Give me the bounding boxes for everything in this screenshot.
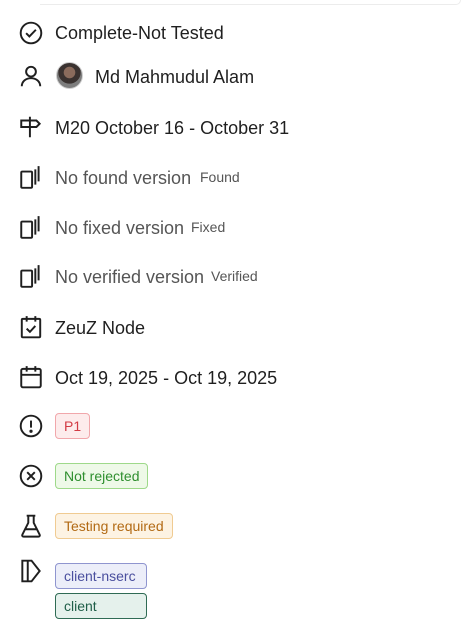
check-circle-icon[interactable] — [17, 19, 45, 47]
calendar-check-icon[interactable] — [17, 313, 45, 341]
calendar-icon[interactable] — [17, 363, 45, 391]
dates-label[interactable]: Oct 19, 2025 - Oct 19, 2025 — [55, 368, 277, 389]
label-chip-client-nserc[interactable]: client-nserc — [55, 563, 147, 589]
avatar — [56, 62, 83, 89]
versions-icon[interactable] — [17, 262, 45, 290]
status-label[interactable]: Complete-Not Tested — [55, 23, 224, 44]
milestone-row[interactable]: M20 October 16 - October 31 — [0, 113, 467, 141]
verified-version-label[interactable]: No verified version — [55, 267, 204, 288]
fixed-version-label[interactable]: No fixed version — [55, 218, 184, 239]
x-circle-icon[interactable] — [17, 462, 45, 490]
versions-icon[interactable] — [17, 163, 45, 191]
milestone-label[interactable]: M20 October 16 - October 31 — [55, 118, 289, 139]
fixed-version-row[interactable]: No fixed version Fixed — [0, 213, 467, 241]
project-row[interactable]: ZeuZ Node — [0, 313, 467, 341]
found-version-tag: Found — [200, 169, 240, 185]
alert-circle-icon[interactable] — [17, 412, 45, 440]
fixed-version-tag: Fixed — [191, 219, 226, 235]
priority-badge[interactable]: P1 — [55, 413, 91, 439]
signpost-icon[interactable] — [17, 113, 45, 141]
found-version-label[interactable]: No found version — [55, 168, 191, 189]
status-row[interactable]: Complete-Not Tested — [0, 19, 467, 47]
priority-row[interactable]: P1 — [0, 412, 467, 440]
project-label[interactable]: ZeuZ Node — [55, 318, 145, 339]
tag-icon[interactable] — [17, 557, 45, 585]
user-icon[interactable] — [17, 62, 45, 90]
label-chip-client[interactable]: client — [55, 593, 147, 619]
found-version-row[interactable]: No found version Found — [0, 163, 467, 191]
rejection-row[interactable]: Not rejected — [0, 462, 467, 490]
verified-version-row[interactable]: No verified version Verified — [0, 262, 467, 290]
testing-badge[interactable]: Testing required — [55, 513, 173, 539]
rejection-badge[interactable]: Not rejected — [55, 463, 149, 489]
testing-row[interactable]: Testing required — [0, 512, 467, 540]
versions-icon[interactable] — [17, 213, 45, 241]
panel-top-border — [40, 0, 461, 5]
flask-icon[interactable] — [17, 512, 45, 540]
assignee-row[interactable]: Md Mahmudul Alam — [0, 62, 467, 90]
verified-version-tag: Verified — [211, 268, 258, 284]
assignee-name[interactable]: Md Mahmudul Alam — [95, 67, 254, 88]
dates-row[interactable]: Oct 19, 2025 - Oct 19, 2025 — [0, 363, 467, 391]
